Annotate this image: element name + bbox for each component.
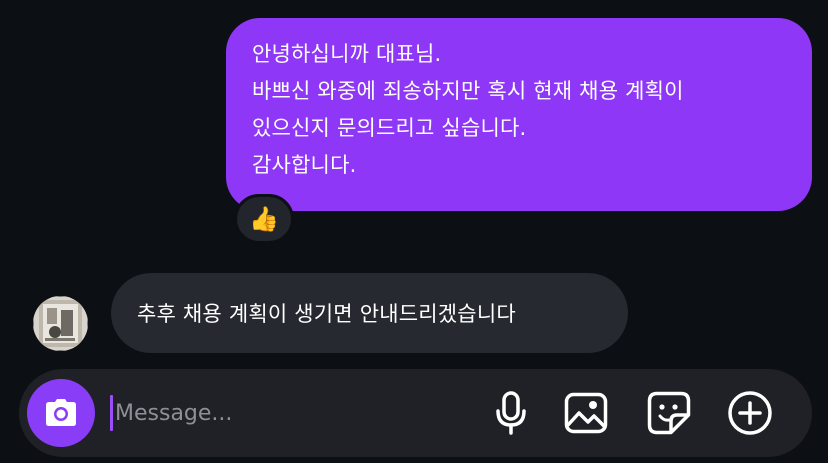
microphone-icon [496,391,526,435]
sticker-icon [647,391,691,435]
microphone-button[interactable] [485,387,537,439]
thumbs-up-icon: 👍 [249,205,279,233]
outgoing-message-line: 감사합니다. [252,153,357,177]
image-icon [564,392,608,434]
dm-thread: 안녕하십니까 대표님. 바쁘신 와중에 죄송하지만 혹시 현재 채용 계획이 있… [0,0,828,463]
incoming-message-bubble[interactable]: 추후 채용 계획이 생기면 안내드리겠습니다 [111,273,628,353]
camera-button[interactable] [27,379,95,447]
more-options-button[interactable] [724,387,776,439]
thumbs-up-reaction[interactable]: 👍 [234,194,294,244]
outgoing-message-line: 바쁘신 와중에 죄송하지만 혹시 현재 채용 계획이 [252,79,684,103]
avatar[interactable] [33,296,88,351]
message-composer [19,369,812,457]
outgoing-message-bubble[interactable]: 안녕하십니까 대표님. 바쁘신 와중에 죄송하지만 혹시 현재 채용 계획이 있… [226,18,812,211]
gallery-button[interactable] [560,387,612,439]
incoming-message-text: 추후 채용 계획이 생기면 안내드리겠습니다 [137,302,516,326]
camera-icon [46,399,76,426]
add-circle-icon [728,391,772,435]
sticker-button[interactable] [643,387,695,439]
outgoing-message-line: 안녕하십니까 대표님. [252,42,442,66]
text-cursor [110,395,113,431]
outgoing-message-line: 있으신지 문의드리고 싶습니다. [252,116,527,140]
message-input[interactable] [115,391,475,435]
